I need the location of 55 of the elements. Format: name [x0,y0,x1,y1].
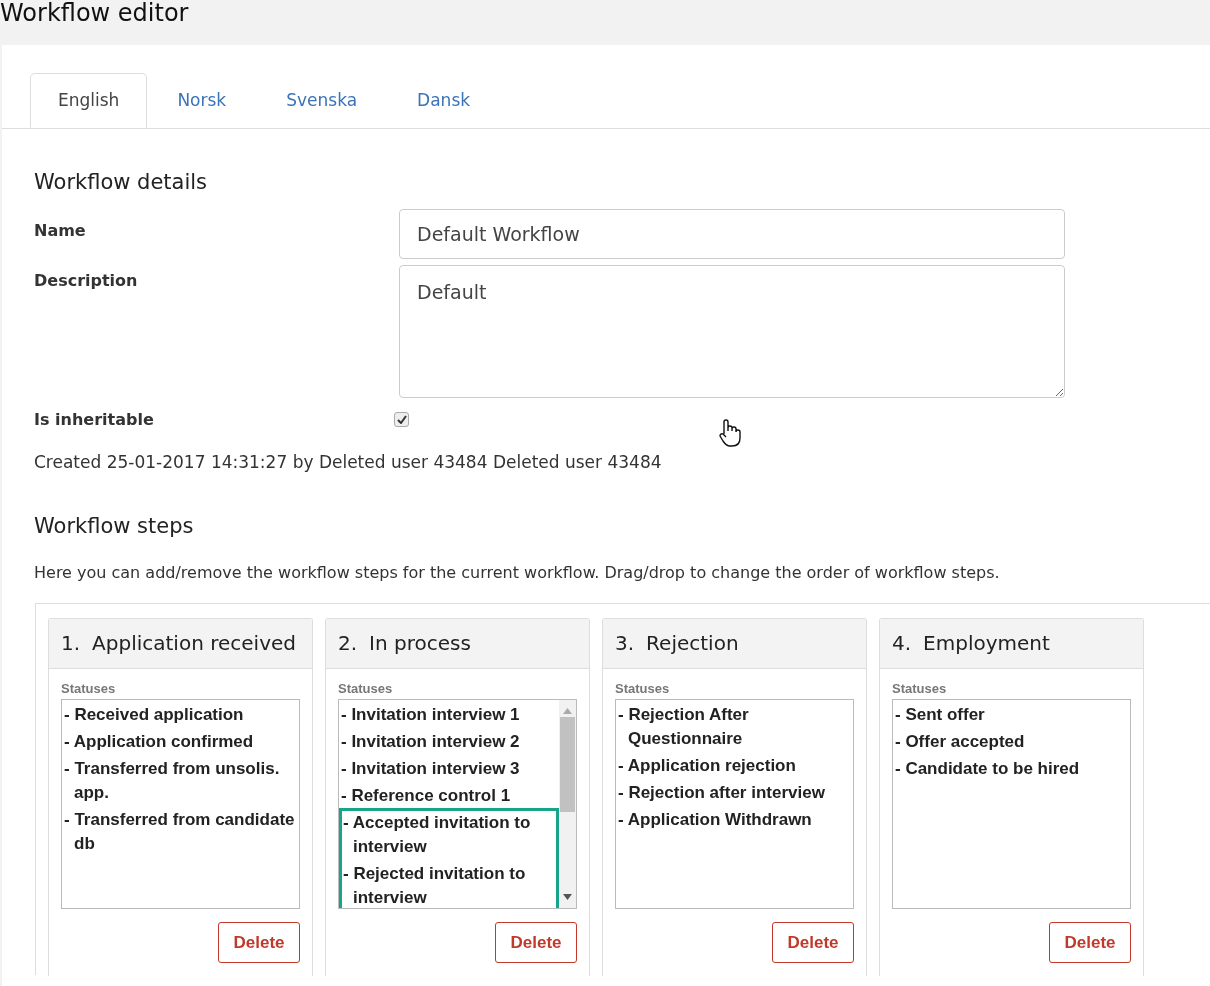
step-title: In process [369,630,471,657]
step-number: 2. [338,630,358,657]
status-item[interactable]: - Sent offer [895,703,1130,727]
field-label: Is inheritable [34,409,154,429]
status-item[interactable]: - Invitation interview 2 [341,730,559,754]
status-item[interactable]: - Application confirmed [64,730,299,754]
statuses-label: Statuses [338,679,394,698]
name-input-field[interactable]: Default Workflow [399,208,1065,259]
section-heading: Workflow steps [34,513,195,540]
step-card[interactable]: 4. Employment Statuses - Sent offer - Offer accepted - Candidate to be hired Delete [879,617,1144,976]
section-heading: Workflow details [34,169,209,196]
section-description: Here you can add/remove the workflow steps for the current workflow. Drag/drop to change the order of workflow steps. [34,561,1001,584]
status-item[interactable]: - Accepted invitation to interview [343,811,556,859]
step-number: 3. [615,630,635,657]
statuses-list[interactable]: - Received application - Application confirmed - Transferred from unsolis. app. - Transferred from candidate db [61,699,300,909]
step-card[interactable]: 3. Rejection Statuses - Rejection After Questionnaire - Application rejection - Rejection after interview - Application Withdrawn Delete [602,617,867,976]
step-card[interactable]: 1. Application received Statuses - Received application - Application confirmed - Transferred from unsolis. app. - Transferred from candidate db Delete [48,617,313,976]
description-textarea[interactable]: Default [399,264,1065,398]
field-label: Name [34,220,86,240]
language-tab[interactable]: Norsk [147,73,257,128]
step-number: 4. [892,630,912,657]
status-item[interactable]: - Application rejection [618,754,853,778]
field-label: Description [34,270,138,290]
status-item[interactable]: - Invitation interview 1 [341,703,559,727]
statuses-list[interactable]: - Sent offer - Offer accepted - Candidate to be hired [892,699,1131,909]
status-item[interactable]: - Candidate to be hired [895,757,1130,781]
status-item[interactable]: - Transferred from candidate db [64,808,299,856]
page-title: Workflow editor [0,0,189,26]
statuses-list[interactable]: - Invitation interview 1 - Invitation interview 2 - Invitation interview 3 - Reference control 1 - Accepted invitation to interview - Rejected invitation to interview [338,699,577,909]
status-item[interactable]: - Offer accepted [895,730,1130,754]
delete-button[interactable]: Delete [1049,922,1131,963]
language-tab[interactable]: English [30,73,148,128]
status-item[interactable]: - Reference control 1 [341,784,559,808]
status-item[interactable]: - Transferred from unsolis. app. [64,757,299,805]
step-card[interactable]: 2. In process Statuses - Invitation interview 1 - Invitation interview 2 - Invitation interview 3 - Reference control 1 - Accepted invitation to interview - Rejected invitation to interview Delete [325,617,590,976]
status-item[interactable]: - Rejection After Questionnaire [618,703,853,751]
step-title: Application received [92,630,296,657]
statuses-list[interactable]: - Rejection After Questionnaire - Application rejection - Rejection after interview - Application Withdrawn [615,699,854,909]
status-item[interactable]: - Received application [64,703,299,727]
statuses-label: Statuses [615,679,671,698]
delete-button[interactable]: Delete [772,922,854,963]
created-info-text: Created 25-01-2017 14:31:27 by Deleted user 43484 Deleted user 43484 [34,450,663,474]
step-number: 1. [61,630,81,657]
status-item[interactable]: - Rejection after interview [618,781,853,805]
delete-button[interactable]: Delete [218,922,300,963]
status-item[interactable]: - Rejected invitation to interview [343,862,556,908]
delete-button[interactable]: Delete [495,922,577,963]
statuses-label: Statuses [892,679,948,698]
step-title: Rejection [646,630,739,657]
step-title: Employment [923,630,1050,657]
language-tab[interactable]: Svenska [256,73,388,128]
language-tab[interactable]: Dansk [387,73,501,128]
status-item[interactable]: - Invitation interview 3 [341,757,559,781]
status-item[interactable]: - Application Withdrawn [618,808,853,832]
statuses-label: Statuses [61,679,117,698]
